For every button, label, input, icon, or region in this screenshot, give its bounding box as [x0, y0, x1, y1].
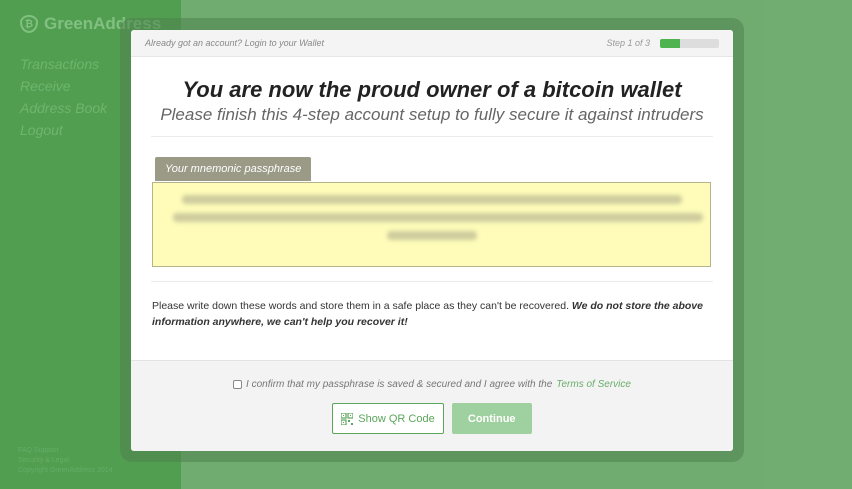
warning-text: Please write down these words and store …	[152, 298, 712, 330]
progress-bar	[660, 38, 719, 48]
show-qr-code-label: Show QR Code	[358, 412, 435, 425]
divider	[151, 136, 713, 137]
page-subtitle: Please finish this 4-step account setup …	[160, 105, 704, 124]
confirm-row: I confirm that my passphrase is saved & …	[131, 379, 733, 390]
passphrase-box	[152, 182, 711, 267]
page-title: You are now the proud owner of a bitcoin…	[182, 77, 682, 102]
modal-footer: I confirm that my passphrase is saved & …	[131, 360, 733, 451]
passphrase-label: Your mnemonic passphrase	[155, 157, 312, 181]
blurred-passphrase-line	[386, 231, 477, 240]
warning-plain: Please write down these words and store …	[152, 300, 572, 312]
step-indicator: Step 1 of 3	[606, 38, 719, 48]
qr-code-icon	[341, 412, 354, 425]
divider	[151, 281, 713, 282]
show-qr-code-button[interactable]: Show QR Code	[332, 403, 444, 434]
blurred-passphrase-line	[181, 195, 682, 204]
modal-header: Already got an account? Login to your Wa…	[131, 30, 733, 57]
progress-fill	[660, 38, 680, 48]
blurred-passphrase-line	[173, 213, 703, 222]
terms-of-service-link[interactable]: Terms of Service	[556, 379, 631, 390]
confirm-label: I confirm that my passphrase is saved & …	[246, 379, 553, 390]
setup-modal: Already got an account? Login to your Wa…	[131, 30, 733, 451]
step-text: Step 1 of 3	[606, 38, 650, 48]
login-link[interactable]: Already got an account? Login to your Wa…	[145, 38, 324, 48]
button-row: Show QR Code Continue	[131, 403, 733, 434]
continue-button[interactable]: Continue	[451, 403, 532, 434]
confirm-checkbox[interactable]	[233, 380, 243, 389]
